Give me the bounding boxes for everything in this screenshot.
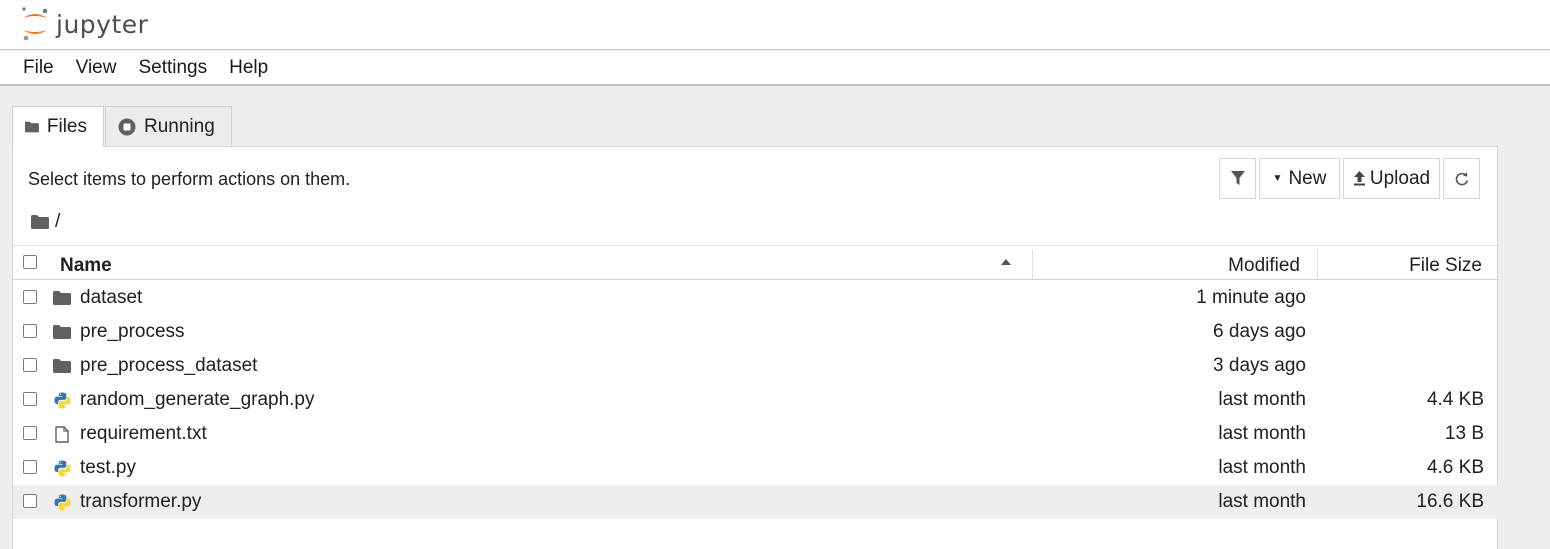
file-size: 4.6 KB xyxy=(1426,457,1484,478)
folder-icon xyxy=(53,289,71,307)
file-name[interactable]: transformer.py xyxy=(80,491,201,513)
file-name[interactable]: test.py xyxy=(80,457,136,479)
selection-hint: Select items to perform actions on them. xyxy=(28,169,351,189)
new-button-label: New xyxy=(1288,167,1327,189)
file-modified: 1 minute ago xyxy=(1196,287,1306,308)
tab-files[interactable]: Files xyxy=(12,106,104,147)
column-divider[interactable] xyxy=(1317,250,1318,278)
file-row[interactable]: requirement.txt last month 13 B xyxy=(13,417,1499,451)
folder-icon xyxy=(53,323,71,341)
folder-icon xyxy=(25,121,39,133)
python-file-icon xyxy=(53,391,71,409)
upload-icon xyxy=(1353,171,1365,186)
file-name[interactable]: requirement.txt xyxy=(80,423,207,445)
breadcrumb-root[interactable]: / xyxy=(55,211,60,233)
file-row[interactable]: pre_process 6 days ago xyxy=(13,315,1499,349)
file-browser-panel: Select items to perform actions on them.… xyxy=(12,146,1499,549)
file-name[interactable]: pre_process_dataset xyxy=(80,355,257,377)
browser-toolbar: ▼ New Upload xyxy=(1219,158,1480,199)
column-file-size[interactable]: File Size xyxy=(1409,255,1482,277)
file-modified: 3 days ago xyxy=(1213,355,1306,376)
row-checkbox[interactable] xyxy=(23,460,37,474)
logo-text: jupyter xyxy=(56,9,149,39)
folder-icon xyxy=(53,357,71,375)
row-checkbox[interactable] xyxy=(23,324,37,338)
file-size: 13 B xyxy=(1444,423,1484,444)
tab-running[interactable]: Running xyxy=(105,106,232,147)
jupyter-logo-icon xyxy=(22,7,48,41)
menu-settings[interactable]: Settings xyxy=(127,57,218,79)
file-list-header: Name Modified File Size xyxy=(13,245,1499,280)
new-button[interactable]: ▼ New xyxy=(1259,158,1340,199)
file-row[interactable]: transformer.py last month 16.6 KB xyxy=(13,485,1499,519)
row-checkbox[interactable] xyxy=(23,426,37,440)
file-size: 16.6 KB xyxy=(1416,491,1484,512)
filter-button[interactable] xyxy=(1219,158,1256,199)
stop-circle-icon xyxy=(118,118,136,136)
file-modified: last month xyxy=(1218,491,1306,512)
file-modified: 6 days ago xyxy=(1213,321,1306,342)
file-modified: last month xyxy=(1218,457,1306,478)
upload-button[interactable]: Upload xyxy=(1343,158,1440,199)
column-divider[interactable] xyxy=(1032,250,1033,278)
refresh-button[interactable] xyxy=(1443,158,1480,199)
menu-bar: File View Settings Help xyxy=(0,51,1550,86)
file-modified: last month xyxy=(1218,389,1306,410)
tab-bar: Files Running xyxy=(12,106,232,147)
file-row[interactable]: pre_process_dataset 3 days ago xyxy=(13,349,1499,383)
menu-help[interactable]: Help xyxy=(218,57,279,79)
select-all-checkbox[interactable] xyxy=(23,255,37,269)
sort-ascending-icon[interactable] xyxy=(1001,259,1011,265)
menu-file[interactable]: File xyxy=(12,57,65,79)
text-file-icon xyxy=(53,425,71,443)
tab-files-label: Files xyxy=(46,116,87,137)
top-bar: jupyter xyxy=(0,0,1550,50)
row-checkbox[interactable] xyxy=(23,358,37,372)
filter-icon xyxy=(1230,171,1245,185)
refresh-icon xyxy=(1455,171,1468,185)
folder-icon[interactable] xyxy=(31,215,49,229)
upload-button-label: Upload xyxy=(1369,167,1431,189)
row-checkbox[interactable] xyxy=(23,392,37,406)
column-name[interactable]: Name xyxy=(60,255,112,277)
chevron-down-icon: ▼ xyxy=(1272,173,1283,184)
file-name[interactable]: pre_process xyxy=(80,321,185,343)
file-name[interactable]: dataset xyxy=(80,287,142,309)
file-row[interactable]: test.py last month 4.6 KB xyxy=(13,451,1499,485)
jupyter-logo[interactable]: jupyter xyxy=(20,4,148,44)
file-row[interactable]: dataset 1 minute ago xyxy=(13,281,1499,315)
breadcrumb: / xyxy=(31,211,60,233)
column-modified[interactable]: Modified xyxy=(1228,255,1300,277)
row-checkbox[interactable] xyxy=(23,290,37,304)
file-name[interactable]: random_generate_graph.py xyxy=(80,389,315,411)
menu-view[interactable]: View xyxy=(65,57,128,79)
row-checkbox[interactable] xyxy=(23,494,37,508)
file-modified: last month xyxy=(1218,423,1306,444)
tab-running-label: Running xyxy=(144,116,215,137)
python-file-icon xyxy=(53,459,71,477)
python-file-icon xyxy=(53,493,71,511)
file-row[interactable]: random_generate_graph.py last month 4.4 KB xyxy=(13,383,1499,417)
file-size: 4.4 KB xyxy=(1426,389,1484,410)
